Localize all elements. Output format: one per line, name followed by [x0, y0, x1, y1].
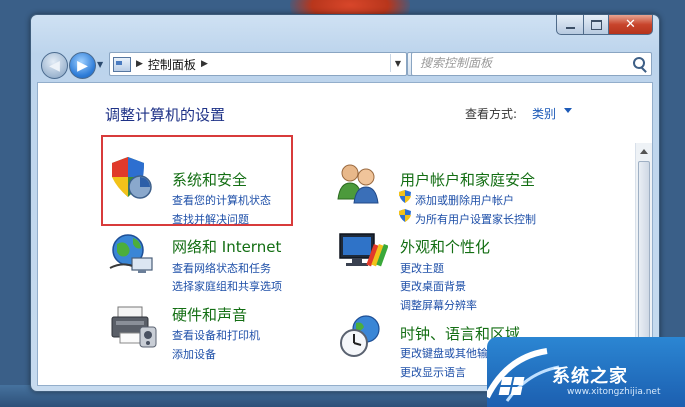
search-box[interactable]	[411, 52, 652, 76]
link-view-computer-status[interactable]: 查看您的计算机状态	[172, 192, 271, 208]
forward-button[interactable]: ▶	[69, 52, 96, 79]
view-by-label: 查看方式:	[465, 107, 518, 121]
scroll-thumb[interactable]	[638, 161, 650, 363]
link-add-remove-accounts[interactable]: 添加或删除用户帐户	[415, 192, 514, 208]
back-button[interactable]: ◀	[41, 52, 68, 79]
category-system-security[interactable]: 系统和安全	[172, 169, 247, 190]
link-add-device[interactable]: 添加设备	[172, 346, 216, 362]
link-adjust-screen-resolution[interactable]: 调整屏幕分辨率	[400, 297, 477, 313]
back-arrow-icon: ◀	[49, 57, 60, 74]
close-button[interactable]: ✕	[609, 15, 653, 35]
forward-arrow-icon: ▶	[77, 57, 88, 74]
scroll-up-arrow-icon[interactable]	[640, 149, 648, 154]
view-by-dropdown[interactable]: 类别	[532, 105, 556, 122]
breadcrumb-separator[interactable]: ▶	[136, 59, 143, 69]
link-parental-controls[interactable]: 为所有用户设置家长控制	[415, 211, 536, 227]
page-title: 调整计算机的设置	[105, 106, 226, 124]
recent-pages-dropdown[interactable]: ▼	[97, 60, 107, 70]
minimize-button[interactable]	[556, 15, 584, 35]
printer-icon[interactable]	[110, 303, 160, 353]
link-view-network-status[interactable]: 查看网络状态和任务	[172, 260, 271, 276]
link-devices-printers[interactable]: 查看设备和打印机	[172, 327, 260, 343]
chevron-down-icon: ▼	[394, 58, 402, 68]
control-panel-window: ✕ ◀ ▶ ▼ ▶ 控制面板 ▶ ▼ ⇅ 调整计算机的设置 查看方式: 类别	[30, 14, 660, 392]
clock-globe-icon[interactable]	[338, 311, 388, 361]
uac-shield-icon	[399, 190, 411, 203]
category-hardware-sound[interactable]: 硬件和声音	[172, 304, 247, 325]
link-find-fix-problems[interactable]: 查找并解决问题	[172, 211, 249, 227]
chevron-down-icon[interactable]	[564, 108, 572, 113]
search-icon[interactable]	[633, 57, 645, 69]
search-input[interactable]	[420, 56, 620, 70]
category-appearance-personalization[interactable]: 外观和个性化	[400, 236, 490, 257]
address-bar[interactable]: ▶ 控制面板 ▶ ▼	[109, 52, 407, 76]
minimize-icon	[565, 26, 575, 29]
address-dropdown-button[interactable]: ▼	[390, 54, 405, 72]
category-user-accounts[interactable]: 用户帐户和家庭安全	[400, 169, 535, 190]
watermark-logo: 系统之家 www.xitongzhijia.net	[487, 337, 685, 407]
network-globe-icon[interactable]	[108, 228, 158, 278]
link-change-display-language[interactable]: 更改显示语言	[400, 364, 466, 380]
breadcrumb-separator-trailing[interactable]: ▶	[201, 59, 208, 69]
maximize-button[interactable]	[584, 15, 609, 35]
users-icon[interactable]	[336, 159, 386, 209]
category-network-internet[interactable]: 网络和 Internet	[172, 236, 281, 257]
control-panel-icon	[113, 56, 131, 72]
watermark-url: www.xitongzhijia.net	[567, 387, 661, 397]
link-change-theme[interactable]: 更改主题	[400, 260, 444, 276]
monitor-palette-icon[interactable]	[338, 228, 388, 278]
window-caption-buttons: ✕	[556, 15, 653, 35]
breadcrumb-control-panel[interactable]: 控制面板	[148, 56, 196, 73]
uac-shield-icon	[399, 209, 411, 222]
watermark-title: 系统之家	[552, 366, 628, 387]
security-shield-icon[interactable]	[108, 153, 158, 203]
close-icon: ✕	[625, 17, 636, 32]
link-change-desktop-background[interactable]: 更改桌面背景	[400, 278, 466, 294]
maximize-icon	[590, 19, 602, 30]
link-homegroup-sharing[interactable]: 选择家庭组和共享选项	[172, 278, 282, 294]
